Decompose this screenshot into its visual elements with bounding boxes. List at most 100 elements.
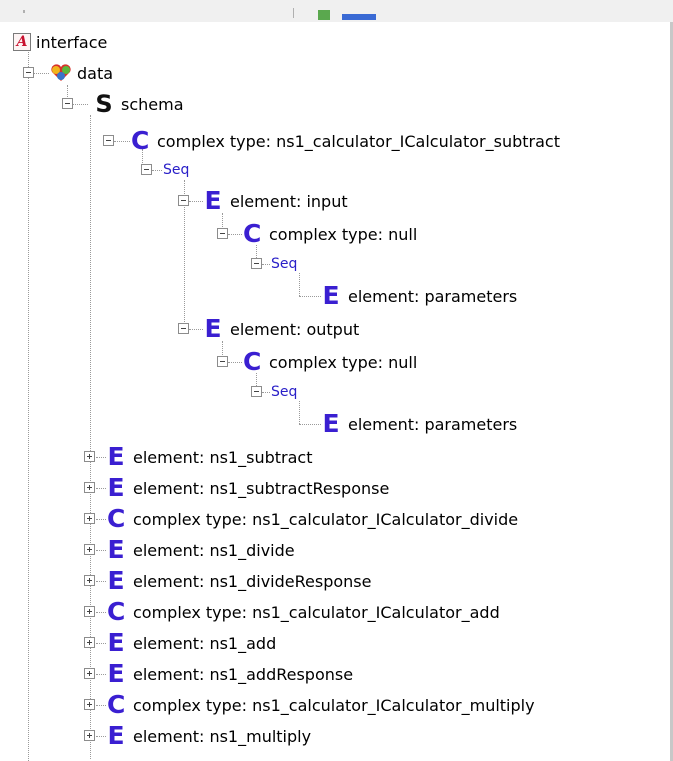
toolbar-strip [0,0,673,22]
tree-connector [299,296,321,297]
expand-toggle[interactable] [84,730,95,741]
node-label: element: ns1_multiply [133,726,312,746]
node-label: complex type: null [269,224,418,244]
collapse-toggle-output[interactable] [178,323,189,334]
tree-node-interface[interactable]: A interface [13,30,107,54]
collapse-toggle-ct-null[interactable] [217,356,228,367]
element-icon: E [107,566,125,595]
collapse-toggle-seq[interactable] [141,164,152,175]
tree-node-element[interactable]: E element: ns1_add [107,628,277,657]
node-label: element: parameters [348,414,518,434]
toolbar-separator [293,8,294,18]
node-label: element: ns1_add [133,633,277,653]
tree-connector [114,141,130,142]
tree-node-data[interactable]: data [50,61,113,85]
collapse-toggle-seq[interactable] [251,258,262,269]
expand-toggle[interactable] [84,699,95,710]
tree-node-complex-type[interactable]: C complex type: null [243,221,418,246]
tree-connector [96,457,106,458]
expand-toggle[interactable] [84,451,95,462]
element-icon: E [107,659,125,688]
tree-connector [96,581,106,582]
tree-node-element[interactable]: E element: ns1_subtractResponse [107,475,390,500]
expand-toggle[interactable] [84,668,95,679]
blue-toolbar-icon[interactable] [342,14,376,20]
element-icon: E [322,281,340,310]
node-label: complex type: ns1_calculator_ICalculator… [133,602,500,622]
tree-node-complex-type[interactable]: C complex type: ns1_calculator_ICalculat… [107,692,535,717]
complex-type-icon: C [131,126,150,155]
tree-node-complex-type[interactable]: C complex type: null [243,347,418,376]
data-icon [50,63,72,83]
tree-node-element[interactable]: E element: ns1_addResponse [107,659,353,688]
tree-node-element[interactable]: E element: ns1_divide [107,535,295,564]
tree-connector [262,264,270,265]
expand-toggle[interactable] [84,544,95,555]
node-label: complex type: null [269,352,418,372]
expand-toggle[interactable] [84,575,95,586]
collapse-toggle-input[interactable] [178,195,189,206]
node-label: complex type: ns1_calculator_ICalculator… [157,131,560,151]
node-label: schema [121,94,184,114]
tree-connector [299,424,321,425]
tree-connector [228,362,242,363]
element-icon: E [107,721,125,750]
tree-node-element-output[interactable]: E element: output [204,314,360,343]
green-toolbar-icon[interactable] [318,10,330,20]
node-label: element: ns1_subtractResponse [133,478,390,498]
element-icon: E [107,628,125,657]
tree-node-element-parameters[interactable]: E element: parameters [322,411,518,436]
complex-type-icon: C [243,347,262,376]
tree-node-element[interactable]: E element: ns1_multiply [107,721,312,750]
node-label: element: output [230,319,360,339]
tree-node-complex-type[interactable]: C complex type: ns1_calculator_ICalculat… [107,504,519,533]
tree-connector [96,550,106,551]
tree-node-complex-type[interactable]: C complex type: ns1_calculator_ICalculat… [107,597,500,626]
collapse-toggle-ct-null[interactable] [217,228,228,239]
tree-connector [299,273,300,296]
collapse-toggle-data[interactable] [23,67,34,78]
tree-node-seq[interactable]: Seq [271,380,297,404]
sequence-label: Seq [271,384,298,400]
node-label: element: ns1_divide [133,540,295,560]
tree-node-seq[interactable]: Seq [163,158,189,182]
tree-connector [189,329,203,330]
node-label: interface [36,32,108,52]
tree-connector [33,73,49,74]
tree-node-element-parameters[interactable]: E element: parameters [322,281,517,310]
tree-connector [228,234,242,235]
tree-node-element[interactable]: E element: ns1_subtract [107,442,312,471]
expand-toggle[interactable] [84,482,95,493]
expand-toggle[interactable] [84,606,95,617]
node-label: complex type: ns1_calculator_ICalculator… [133,509,519,529]
node-label: element: input [230,191,348,211]
tree-node-element[interactable]: E element: ns1_divideResponse [107,566,371,595]
expand-toggle[interactable] [84,513,95,524]
tree-connector [96,674,106,675]
interface-icon: A [13,33,31,51]
tree-connector [262,392,270,393]
tree-connector [96,736,106,737]
element-icon: E [107,535,125,564]
tree-node-complex-type[interactable]: C complex type: ns1_calculator_ICalculat… [131,126,560,155]
tree-connector [67,85,68,99]
collapse-toggle-schema[interactable] [62,98,73,109]
collapse-toggle-seq[interactable] [251,386,262,397]
tree-connector [96,612,106,613]
collapse-toggle-ct-subtract[interactable] [103,135,114,146]
tree-connector [96,705,106,706]
expand-toggle[interactable] [84,637,95,648]
complex-type-icon: C [107,504,126,533]
tree-connector [189,201,203,202]
complex-type-icon: C [107,597,126,626]
tree-connector [152,170,162,171]
tree-connector [72,104,88,105]
element-icon: E [204,314,222,343]
element-icon: E [107,442,125,471]
tree-node-schema[interactable]: S schema [95,90,184,118]
tree-node-seq[interactable]: Seq [271,252,297,276]
schema-icon: S [95,90,113,118]
node-label: data [77,63,114,83]
tree-node-element-input[interactable]: E element: input [204,188,348,213]
sequence-label: Seq [271,256,298,272]
